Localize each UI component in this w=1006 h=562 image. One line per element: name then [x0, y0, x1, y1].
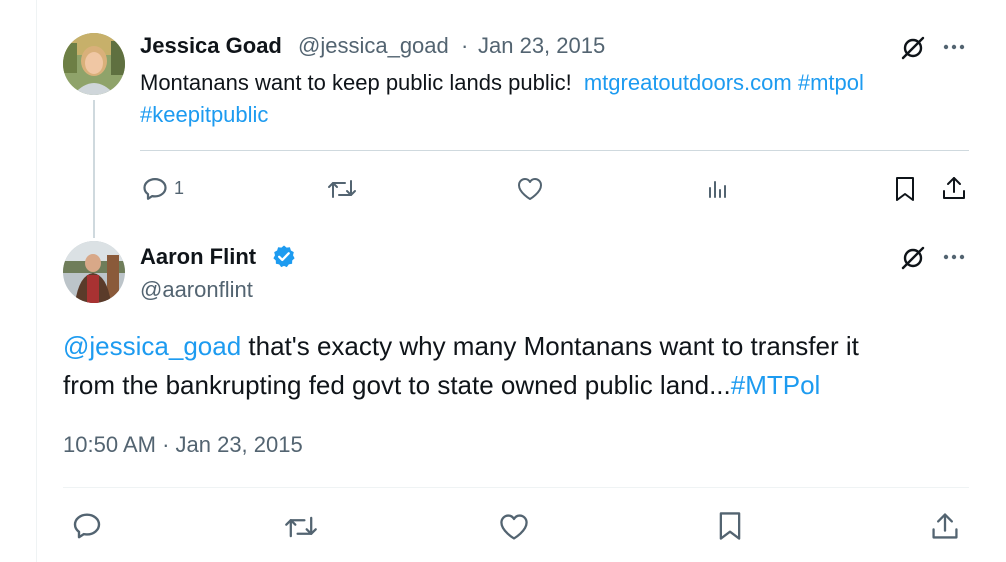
reply-icon[interactable]	[71, 510, 103, 542]
like-icon[interactable]	[498, 512, 530, 542]
parent-tweet-text: Montanans want to keep public lands publ…	[140, 70, 864, 96]
parent-date[interactable]: Jan 23, 2015	[478, 33, 605, 59]
more-icon[interactable]	[942, 250, 966, 264]
parent-link[interactable]: mtgreatoutdoors.com	[584, 70, 792, 95]
main-text-line1: that's exacty why many Montanans want to…	[248, 331, 859, 361]
main-tweet-text-line2: from the bankrupting fed govt to state o…	[63, 370, 820, 401]
main-author-name[interactable]: Aaron Flint	[140, 244, 256, 270]
avatar-jessica[interactable]	[63, 33, 125, 95]
verified-badge-icon[interactable]	[271, 244, 297, 270]
bookmark-icon[interactable]	[893, 175, 917, 203]
avatar-aaron[interactable]	[63, 241, 125, 303]
parent-handle[interactable]: @jessica_goad	[298, 33, 449, 59]
grok-icon[interactable]	[899, 34, 927, 62]
main-timestamp[interactable]: 10:50 AM · Jan 23, 2015	[63, 432, 303, 458]
retweet-icon[interactable]	[284, 511, 318, 543]
left-border	[36, 0, 37, 562]
reply-icon[interactable]	[141, 175, 169, 203]
parent-hashtag-keepitpublic[interactable]: #keepitpublic	[140, 102, 268, 128]
parent-separator: ·	[461, 33, 469, 58]
parent-divider	[140, 150, 969, 151]
parent-text-main: Montanans want to keep public lands publ…	[140, 70, 572, 95]
parent-author-name[interactable]: Jessica Goad	[140, 33, 282, 59]
grok-icon[interactable]	[899, 244, 927, 272]
thread-connector	[93, 100, 95, 238]
main-tweet-text-line1: @jessica_goad that's exacty why many Mon…	[63, 331, 859, 362]
main-mention[interactable]: @jessica_goad	[63, 331, 241, 361]
main-hashtag[interactable]: #MTPol	[731, 370, 821, 400]
more-icon[interactable]	[942, 40, 966, 54]
views-icon[interactable]	[706, 177, 730, 201]
main-handle[interactable]: @aaronflint	[140, 277, 253, 303]
parent-reply-count: 1	[174, 178, 185, 198]
parent-hashtag-mtpol[interactable]: #mtpol	[798, 70, 864, 95]
retweet-icon[interactable]	[327, 175, 357, 203]
main-divider	[63, 487, 969, 488]
like-icon[interactable]	[516, 176, 544, 202]
share-icon[interactable]	[940, 174, 968, 202]
share-icon[interactable]	[929, 510, 961, 542]
bookmark-icon[interactable]	[716, 510, 744, 542]
main-text-line2: from the bankrupting fed govt to state o…	[63, 370, 731, 400]
